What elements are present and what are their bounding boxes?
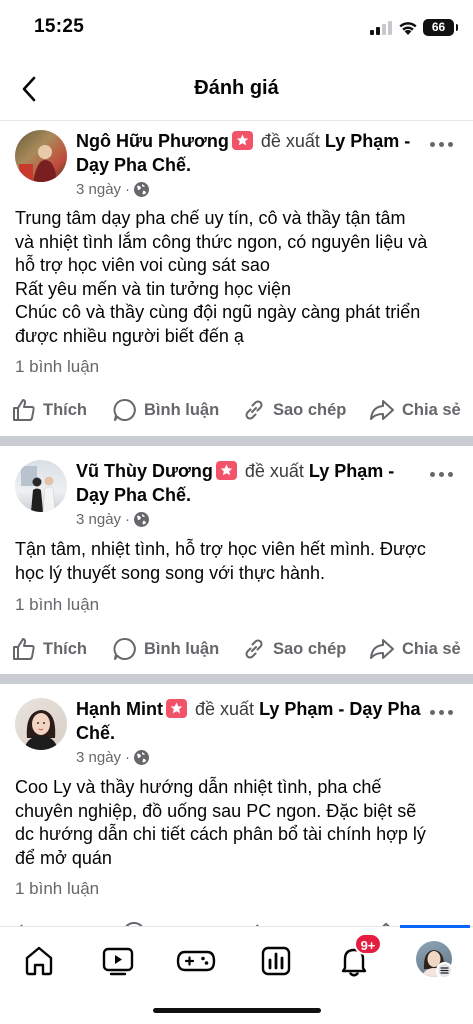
comment-icon <box>113 638 136 660</box>
nav-home[interactable] <box>19 941 59 981</box>
comment-count[interactable]: 1 bình luận <box>15 357 99 377</box>
share-button[interactable]: Chia sẻ <box>368 395 461 425</box>
like-button[interactable]: Thích <box>11 634 87 664</box>
share-icon <box>370 400 394 420</box>
copy-link-button[interactable]: Sao chép <box>241 395 346 425</box>
comment-icon <box>113 399 136 421</box>
recommend-text: đề xuất <box>244 461 304 481</box>
link-icon <box>245 639 263 659</box>
comment-count[interactable]: 1 bình luận <box>15 595 99 615</box>
cellular-signal-icon <box>370 21 392 35</box>
status-bar: 15:25 66 <box>0 0 473 56</box>
action-bar: Thích Bình luận Sao chép Chia sẻ <box>0 395 473 425</box>
globe-icon <box>134 512 150 527</box>
time-text: 3 ngày <box>76 511 122 528</box>
time-text: 3 ngày <box>76 749 122 766</box>
more-options-button[interactable] <box>429 702 457 722</box>
comment-count[interactable]: 1 bình luận <box>15 879 99 899</box>
author-avatar[interactable] <box>15 460 67 512</box>
active-tab-indicator <box>400 925 470 928</box>
notification-badge: 9+ <box>354 933 382 955</box>
nav-dashboard[interactable] <box>256 941 296 981</box>
post-time: 3 ngày · <box>76 181 150 198</box>
post-header-text: Ngô Hữu Phương đề xuất Ly Phạm - Dạy Pha… <box>76 129 428 177</box>
page-title: Đánh giá <box>194 77 279 99</box>
post-time: 3 ngày · <box>76 749 150 766</box>
review-text: Tận tâm, nhiệt tình, hỗ trợ học viên hết… <box>15 539 426 583</box>
share-button[interactable]: Chia sẻ <box>368 634 461 664</box>
dashboard-icon <box>261 946 291 976</box>
thumbs-up-icon <box>13 638 35 660</box>
video-icon <box>102 947 134 976</box>
page-header: Đánh giá <box>0 62 473 116</box>
menu-icon[interactable] <box>436 962 453 979</box>
post-header-text: Vũ Thùy Dương đề xuất Ly Phạm - Dạy Pha … <box>76 459 428 507</box>
nav-gaming[interactable] <box>176 941 216 981</box>
copy-link-button[interactable]: Sao chép <box>241 634 346 664</box>
nav-video[interactable] <box>98 941 138 981</box>
globe-icon <box>134 182 150 197</box>
comment-button[interactable]: Bình luận <box>112 395 219 425</box>
wifi-icon <box>399 22 417 35</box>
thumbs-up-icon <box>13 399 35 421</box>
author-avatar[interactable] <box>15 130 67 182</box>
post-time: 3 ngày · <box>76 511 150 528</box>
author-name[interactable]: Ngô Hữu Phương <box>76 131 229 151</box>
battery-icon: 66 <box>423 19 458 36</box>
globe-icon <box>134 750 150 765</box>
comment-button[interactable]: Bình luận <box>112 634 219 664</box>
review-text: Trung tâm dạy pha chế uy tín, cô và thầy… <box>15 208 428 346</box>
home-indicator <box>153 1008 321 1013</box>
recommend-text: đề xuất <box>260 131 320 151</box>
post-divider <box>0 674 473 684</box>
post-header-text: Hạnh Mint đề xuất Ly Phạm - Dạy Pha Chế. <box>76 697 428 745</box>
author-name[interactable]: Vũ Thùy Dương <box>76 461 213 481</box>
status-time: 15:25 <box>34 16 85 37</box>
review-text: Coo Ly và thầy hướng dẫn nhiệt tình, pha… <box>15 777 426 868</box>
link-icon <box>245 400 263 420</box>
gaming-icon <box>176 950 216 972</box>
recommend-icon <box>166 699 187 718</box>
recommend-icon <box>215 461 237 480</box>
header-divider <box>0 120 473 121</box>
recommend-text: đề xuất <box>195 699 255 719</box>
home-icon <box>25 946 53 976</box>
like-button[interactable]: Thích <box>11 395 87 425</box>
author-name[interactable]: Hạnh Mint <box>76 699 163 719</box>
post-divider <box>0 436 473 446</box>
more-options-button[interactable] <box>429 464 457 484</box>
share-icon <box>370 639 394 659</box>
recommend-icon <box>231 131 253 150</box>
more-options-button[interactable] <box>429 134 457 154</box>
action-bar: Thích Bình luận Sao chép Chia sẻ <box>0 634 473 664</box>
time-text: 3 ngày <box>76 181 122 198</box>
author-avatar[interactable] <box>15 698 67 750</box>
